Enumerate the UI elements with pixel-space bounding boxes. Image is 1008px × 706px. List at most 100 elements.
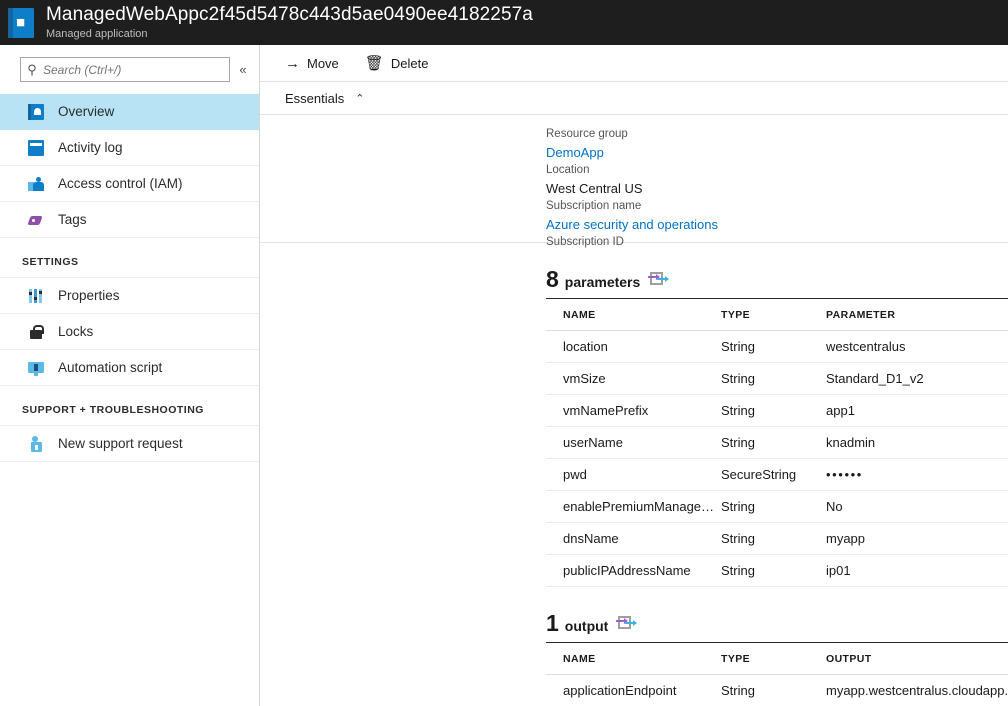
search-icon: ⚲ bbox=[21, 62, 43, 78]
sidebar-item-activity-log[interactable]: Activity log bbox=[0, 130, 259, 166]
sidebar-item-label: Overview bbox=[58, 104, 114, 120]
outputs-section-title: 1 output bbox=[546, 611, 1008, 643]
sidebar-section-settings: SETTINGS bbox=[0, 238, 259, 278]
move-button[interactable]: → Move bbox=[285, 56, 339, 71]
properties-icon bbox=[28, 288, 44, 304]
search-box[interactable]: ⚲ bbox=[20, 57, 230, 82]
row-name: vmSize bbox=[546, 363, 721, 395]
row-value: knadmin bbox=[826, 427, 1008, 459]
sidebar-item-tags[interactable]: Tags bbox=[0, 202, 259, 238]
row-name: publicIPAddressName bbox=[546, 555, 721, 587]
collapse-sidebar-button[interactable]: « bbox=[230, 62, 256, 77]
row-name: vmNamePrefix bbox=[546, 395, 721, 427]
sidebar-item-label: Access control (IAM) bbox=[58, 176, 183, 192]
row-value: No bbox=[826, 491, 1008, 523]
sidebar-item-automation-script[interactable]: Automation script bbox=[0, 350, 259, 386]
parameters-table: NAME TYPE PARAMETER locationStringwestce… bbox=[546, 299, 1008, 587]
row-value: •••••• bbox=[826, 459, 1008, 491]
column-header-output: OUTPUT bbox=[826, 643, 1008, 675]
parameters-section-title: 8 parameters bbox=[546, 267, 1008, 299]
row-value: app1 bbox=[826, 395, 1008, 427]
parameters-section: 8 parameters NAME TYPE PARAMETER locatio… bbox=[260, 267, 1008, 587]
row-name: pwd bbox=[546, 459, 721, 491]
table-row: vmNamePrefixStringapp1 bbox=[546, 395, 1008, 427]
table-row: publicIPAddressNameStringip01 bbox=[546, 555, 1008, 587]
activity-log-icon bbox=[28, 140, 44, 156]
row-name: userName bbox=[546, 427, 721, 459]
move-arrow-icon: → bbox=[285, 56, 300, 71]
row-type: String bbox=[721, 555, 826, 587]
sidebar-section-support: SUPPORT + TROUBLESHOOTING bbox=[0, 386, 259, 426]
sidebar: ⚲ « Overview Activity log Access control… bbox=[0, 45, 260, 706]
search-input[interactable] bbox=[43, 63, 229, 77]
command-bar: → Move 🗑 Delete bbox=[260, 45, 1008, 82]
row-name: dnsName bbox=[546, 523, 721, 555]
sidebar-search-row: ⚲ « bbox=[0, 45, 259, 82]
main-content: → Move 🗑 Delete Essentials ⌃ Resource gr… bbox=[260, 45, 1008, 706]
overview-icon bbox=[28, 104, 44, 120]
open-in-new-icon[interactable] bbox=[648, 272, 668, 286]
sidebar-item-label: Tags bbox=[58, 212, 87, 228]
subscription-id-label: Subscription ID bbox=[546, 234, 1008, 251]
automation-script-icon bbox=[28, 360, 44, 376]
parameters-count: 8 bbox=[546, 267, 559, 291]
table-row: applicationEndpointStringmyapp.westcentr… bbox=[546, 675, 1008, 706]
row-type: String bbox=[721, 395, 826, 427]
column-header-type: TYPE bbox=[721, 299, 826, 331]
page-title: ManagedWebAppc2f45d5478c443d5ae0490ee418… bbox=[46, 4, 533, 26]
delete-button-label: Delete bbox=[391, 56, 429, 71]
delete-button[interactable]: 🗑 Delete bbox=[365, 56, 429, 71]
sidebar-item-label: Activity log bbox=[58, 140, 123, 156]
sidebar-item-access-control[interactable]: Access control (IAM) bbox=[0, 166, 259, 202]
row-value: Standard_D1_v2 bbox=[826, 363, 1008, 395]
lock-icon bbox=[28, 324, 44, 340]
row-name: location bbox=[546, 331, 721, 363]
sidebar-item-new-support-request[interactable]: New support request bbox=[0, 426, 259, 462]
table-row: enablePremiumManagem…StringNo bbox=[546, 491, 1008, 523]
table-header-row: NAME TYPE PARAMETER bbox=[546, 299, 1008, 331]
location-label: Location bbox=[546, 162, 1008, 179]
move-button-label: Move bbox=[307, 56, 339, 71]
essentials-toggle[interactable]: Essentials ⌃ bbox=[260, 82, 1008, 115]
row-value: ip01 bbox=[826, 555, 1008, 587]
table-row: userNameStringknadmin bbox=[546, 427, 1008, 459]
table-header-row: NAME TYPE OUTPUT bbox=[546, 643, 1008, 675]
row-type: String bbox=[721, 331, 826, 363]
sidebar-settings-list: Properties Locks Automation script bbox=[0, 278, 259, 386]
sidebar-support-list: New support request bbox=[0, 426, 259, 462]
column-header-name: NAME bbox=[546, 299, 721, 331]
sidebar-item-properties[interactable]: Properties bbox=[0, 278, 259, 314]
row-name: applicationEndpoint bbox=[546, 675, 721, 706]
table-row: vmSizeStringStandard_D1_v2 bbox=[546, 363, 1008, 395]
column-header-name: NAME bbox=[546, 643, 721, 675]
row-value: westcentralus bbox=[826, 331, 1008, 363]
open-in-new-icon[interactable] bbox=[616, 616, 636, 630]
trash-icon: 🗑 bbox=[365, 56, 384, 71]
support-request-icon bbox=[28, 436, 44, 452]
table-row: locationStringwestcentralus bbox=[546, 331, 1008, 363]
outputs-count: 1 bbox=[546, 611, 559, 635]
table-row: pwdSecureString•••••• bbox=[546, 459, 1008, 491]
essentials-label: Essentials bbox=[285, 91, 344, 106]
row-type: String bbox=[721, 675, 826, 706]
location-value: West Central US bbox=[546, 179, 1008, 198]
outputs-word: output bbox=[565, 618, 609, 634]
sidebar-item-label: Properties bbox=[58, 288, 120, 304]
row-name: enablePremiumManagem… bbox=[546, 491, 721, 523]
column-header-parameter: PARAMETER bbox=[826, 299, 1008, 331]
sidebar-item-label: Automation script bbox=[58, 360, 162, 376]
column-header-type: TYPE bbox=[721, 643, 826, 675]
outputs-table: NAME TYPE OUTPUT applicationEndpointStri… bbox=[546, 643, 1008, 706]
subscription-name-link[interactable]: Azure security and operations bbox=[546, 215, 1008, 234]
sidebar-item-label: New support request bbox=[58, 436, 183, 452]
sidebar-item-locks[interactable]: Locks bbox=[0, 314, 259, 350]
sidebar-item-overview[interactable]: Overview bbox=[0, 94, 259, 130]
resource-group-link[interactable]: DemoApp bbox=[546, 143, 1008, 162]
sidebar-item-label: Locks bbox=[58, 324, 93, 340]
chevron-up-icon: ⌃ bbox=[355, 92, 364, 105]
row-type: String bbox=[721, 363, 826, 395]
row-type: SecureString bbox=[721, 459, 826, 491]
outputs-section: 1 output NAME TYPE OUTPUT applicationEnd… bbox=[260, 611, 1008, 706]
subscription-name-label: Subscription name bbox=[546, 198, 1008, 215]
row-type: String bbox=[721, 523, 826, 555]
